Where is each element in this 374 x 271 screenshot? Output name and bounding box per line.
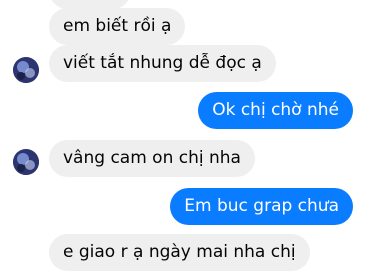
contact-avatar[interactable] [13, 57, 39, 83]
avatar-image [13, 57, 39, 83]
message-text: viết tắt nhung dễ đọc ạ [63, 53, 262, 73]
message-text: vâng cam on chị nha [63, 148, 241, 168]
message-text: Ok chị chờ nhé [212, 100, 339, 120]
message-bubble-outgoing[interactable]: Ok chị chờ nhé [198, 92, 353, 129]
message-bubble-incoming[interactable]: em biết rồi ạ [49, 8, 186, 45]
message-text: e giao r ạ ngày mai nha chị [63, 242, 296, 262]
message-text: Em buc grap chưa [184, 196, 339, 216]
message-bubble-incoming[interactable]: e giao r ạ ngày mai nha chị [49, 234, 310, 271]
message-bubble-incoming[interactable]: vâng cam on chị nha [49, 140, 255, 177]
message-bubble-incoming[interactable]: viết tắt nhung dễ đọc ạ [49, 45, 276, 82]
avatar-image [13, 149, 39, 175]
message-bubble-outgoing[interactable]: Em buc grap chưa [170, 188, 353, 225]
contact-avatar[interactable] [13, 149, 39, 175]
message-text: em biết rồi ạ [63, 16, 172, 36]
